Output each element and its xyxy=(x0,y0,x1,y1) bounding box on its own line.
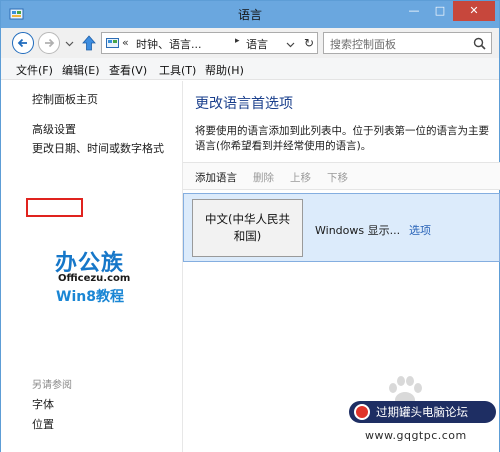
search-placeholder: 搜索控制面板 xyxy=(330,38,396,51)
language-status: Windows 显示... xyxy=(315,224,401,237)
menu-help[interactable]: 帮助(H) xyxy=(205,62,244,78)
highlight-box xyxy=(26,198,83,217)
see-also-location-link[interactable]: 位置 xyxy=(32,416,54,432)
page-title: 更改语言首选项 xyxy=(195,96,293,112)
language-tile[interactable]: 中文(中华人民共 和国) xyxy=(192,199,303,257)
back-arrow-icon xyxy=(17,38,27,48)
control-panel-icon xyxy=(106,37,119,50)
add-language-button[interactable]: 添加语言 xyxy=(195,170,237,185)
forum-name: 过期罐头电脑论坛 xyxy=(376,405,468,419)
forum-watermark-badge: 过期罐头电脑论坛 xyxy=(349,401,496,423)
search-input[interactable]: 搜索控制面板 xyxy=(323,32,492,54)
page-description: 将要使用的语言添加到此列表中。位于列表第一位的语言为主要语言(你希望看到并经常使… xyxy=(195,125,489,152)
menu-bar: 文件(F) 编辑(E) 查看(V) 工具(T) 帮助(H) xyxy=(1,58,499,80)
remove-language-button[interactable]: 删除 xyxy=(253,170,274,185)
close-button[interactable]: ✕ xyxy=(453,1,495,21)
advanced-settings-link[interactable]: 高级设置 xyxy=(32,121,76,137)
language-preferences-pane: 更改语言首选项 将要使用的语言添加到此列表中。位于列表第一位的语言为主要语言(你… xyxy=(182,81,500,452)
menu-file[interactable]: 文件(F) xyxy=(16,62,53,78)
change-date-time-link[interactable]: 更改日期、时间或数字格式 xyxy=(32,140,164,156)
breadcrumb-overflow[interactable]: « xyxy=(122,36,129,49)
breadcrumb-arrow[interactable]: ▸ xyxy=(235,36,240,46)
language-name-line1: 中文(中华人民共 xyxy=(205,212,290,226)
officezu-watermark: 办公族 Officezu.com Win8教程 xyxy=(51,245,151,311)
control-panel-window: 语言 — □ ✕ « 时钟、语言... ▸ 语言 ↻ 搜索控制面板 文件(F) … xyxy=(0,0,500,452)
refresh-button[interactable]: ↻ xyxy=(304,36,314,50)
menu-tools[interactable]: 工具(T) xyxy=(159,62,196,78)
navigation-bar: « 时钟、语言... ▸ 语言 ↻ 搜索控制面板 xyxy=(1,28,499,58)
maximize-button[interactable]: □ xyxy=(427,1,453,21)
move-up-button[interactable]: 上移 xyxy=(290,170,311,185)
recent-pages-dropdown[interactable] xyxy=(65,38,74,47)
forward-button[interactable] xyxy=(38,32,60,54)
address-bar[interactable]: « 时钟、语言... ▸ 语言 ↻ xyxy=(101,32,318,54)
up-level-button[interactable] xyxy=(81,34,97,52)
address-history-dropdown[interactable] xyxy=(286,39,295,48)
chevron-down-icon xyxy=(65,41,74,47)
minimize-button[interactable]: — xyxy=(401,1,427,21)
menu-view[interactable]: 查看(V) xyxy=(109,62,147,78)
forward-arrow-icon xyxy=(45,38,55,48)
forum-logo-icon xyxy=(354,404,370,420)
language-name: 中文(中华人民共 和国) xyxy=(193,211,302,245)
search-icon[interactable] xyxy=(473,37,486,50)
chevron-down-icon xyxy=(286,42,295,48)
title-bar[interactable]: 语言 — □ ✕ xyxy=(1,1,499,28)
see-also-heading: 另请参阅 xyxy=(32,380,72,391)
language-name-line2: 和国) xyxy=(233,229,262,243)
breadcrumb-language[interactable]: 语言 xyxy=(246,36,268,52)
watermark-logo-sub: Officezu.com xyxy=(58,273,131,284)
language-list-item[interactable]: 中文(中华人民共 和国) Windows 显示... 选项 xyxy=(183,193,500,262)
menu-edit[interactable]: 编辑(E) xyxy=(62,62,100,78)
language-toolbar: 添加语言 删除 上移 下移 xyxy=(183,162,500,190)
site-url-watermark: www.gqgtpc.com xyxy=(365,429,467,442)
up-arrow-icon xyxy=(82,35,96,51)
breadcrumb-clock-language[interactable]: 时钟、语言... xyxy=(136,36,202,52)
left-task-pane: 控制面板主页 高级设置 更改日期、时间或数字格式 办公族 Officezu.co… xyxy=(1,81,182,452)
language-options-link[interactable]: 选项 xyxy=(409,222,431,238)
see-also-fonts-link[interactable]: 字体 xyxy=(32,396,54,412)
back-button[interactable] xyxy=(12,32,34,54)
watermark-logo-win8: Win8教程 xyxy=(56,289,124,305)
move-down-button[interactable]: 下移 xyxy=(327,170,348,185)
control-panel-home-link[interactable]: 控制面板主页 xyxy=(32,91,98,107)
